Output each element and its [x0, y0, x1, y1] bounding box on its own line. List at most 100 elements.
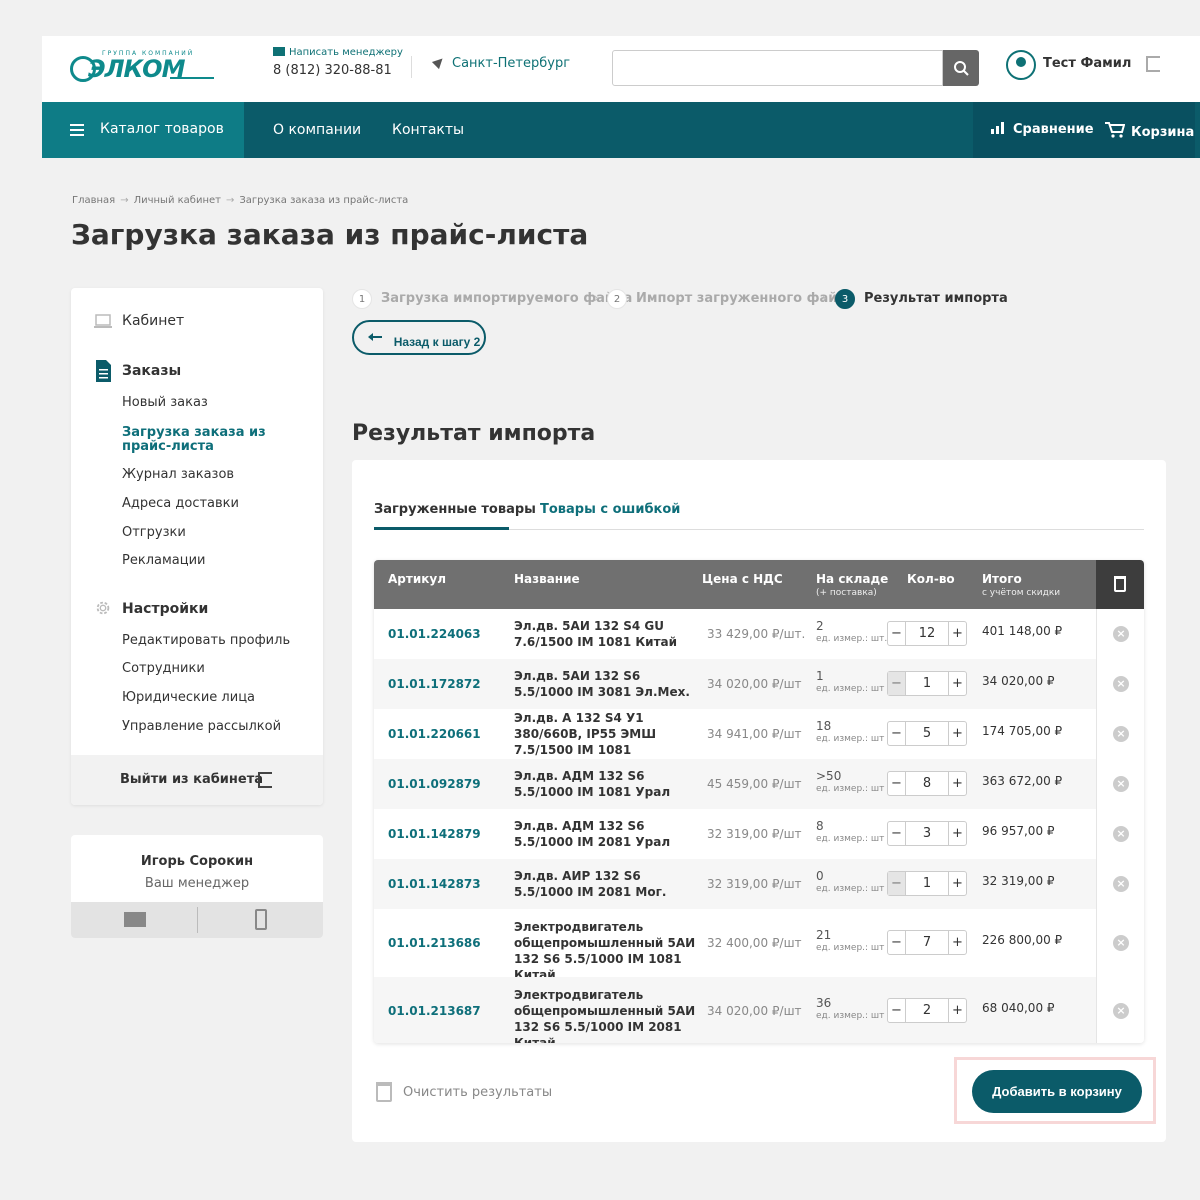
manager-role: Ваш менеджер — [144, 876, 250, 891]
remove-row-icon[interactable]: × — [1113, 876, 1129, 892]
catalog-menu-button[interactable]: Каталог товаров — [42, 102, 244, 158]
sku-link[interactable]: 01.01.213687 — [388, 1004, 481, 1018]
increase-button[interactable]: + — [948, 772, 966, 795]
price: 45 459,00 ₽/шт — [707, 777, 802, 791]
table-row: 01.01.142873 Эл.дв. АИР 132 S6 5.5/1000 I… — [374, 859, 1144, 909]
sidebar-item-claims[interactable]: Рекламации — [122, 554, 302, 568]
decrease-button[interactable]: − — [888, 999, 906, 1022]
tab-loaded-items[interactable]: Загруженные товары — [374, 502, 536, 517]
sku-link[interactable]: 01.01.220661 — [388, 727, 481, 741]
sidebar-settings[interactable]: Настройки — [122, 601, 208, 617]
logout-button[interactable]: Выйти из кабинета — [71, 755, 323, 805]
table-row: 01.01.172872 Эл.дв. 5АИ 132 S6 5.5/1000 I… — [374, 659, 1144, 709]
company-logo[interactable]: ГРУППА КОМПАНИЙ ЭЛКОМ — [70, 50, 215, 83]
quantity-input[interactable]: 12 — [906, 622, 948, 645]
increase-button[interactable]: + — [948, 999, 966, 1022]
sidebar-item-delivery-addresses[interactable]: Адреса доставки — [122, 497, 302, 511]
user-name[interactable]: Тест Фамилия — [1043, 56, 1131, 71]
step-separator-1: › — [594, 291, 599, 305]
sidebar-item-edit-profile[interactable]: Редактировать профиль — [122, 634, 302, 648]
nav-contacts[interactable]: Контакты — [392, 122, 464, 138]
header-divider — [411, 56, 412, 78]
decrease-button[interactable]: − — [888, 931, 906, 954]
logout-icon — [258, 772, 272, 788]
quantity-input[interactable]: 1 — [906, 672, 948, 695]
sidebar-item-employees[interactable]: Сотрудники — [122, 662, 302, 676]
sidebar-item-shipments[interactable]: Отгрузки — [122, 526, 302, 540]
add-to-cart-button[interactable]: Добавить в корзину — [972, 1070, 1142, 1113]
breadcrumb-cabinet[interactable]: Личный кабинет — [134, 195, 221, 206]
increase-button[interactable]: + — [948, 931, 966, 954]
nav-about[interactable]: О компании — [273, 122, 361, 138]
remove-row-icon[interactable]: × — [1113, 1003, 1129, 1019]
stock: 1 ед. измер.: шт — [816, 669, 885, 695]
increase-button[interactable]: + — [948, 672, 966, 695]
quantity-input[interactable]: 1 — [906, 872, 948, 895]
sku-link[interactable]: 01.01.213686 — [388, 936, 481, 950]
sku-link[interactable]: 01.01.092879 — [388, 777, 481, 791]
cart-icon — [1105, 122, 1126, 138]
sku-link[interactable]: 01.01.142873 — [388, 877, 481, 891]
search-input[interactable] — [612, 50, 943, 86]
quantity-stepper: −1 + — [887, 671, 967, 696]
remove-row-icon[interactable]: × — [1113, 826, 1129, 842]
row-total: 68 040,00 ₽ — [982, 1001, 1055, 1015]
delete-all-button[interactable] — [1096, 560, 1144, 609]
decrease-button[interactable]: − — [888, 872, 906, 895]
remove-row-icon[interactable]: × — [1113, 676, 1129, 692]
product-name: Электродвигатель общепромышленный 5АИ 13… — [514, 920, 696, 982]
sidebar-item-legal-entities[interactable]: Юридические лица — [122, 691, 302, 705]
trash-icon — [1114, 576, 1126, 592]
sidebar-item-order-journal[interactable]: Журнал заказов — [122, 468, 302, 482]
envelope-icon[interactable] — [124, 912, 146, 927]
quantity-input[interactable]: 5 — [906, 722, 948, 745]
cart-link[interactable]: Корзина — [1105, 122, 1194, 140]
product-name: Эл.дв. АДМ 132 S6 5.5/1000 IM 2081 Урал — [514, 819, 671, 849]
sidebar-item-newsletter[interactable]: Управление рассылкой — [122, 720, 302, 734]
sku-link[interactable]: 01.01.142879 — [388, 827, 481, 841]
increase-button[interactable]: + — [948, 722, 966, 745]
mobile-phone-icon[interactable] — [255, 909, 267, 930]
increase-button[interactable]: + — [948, 622, 966, 645]
remove-row-icon[interactable]: × — [1113, 626, 1129, 642]
row-total: 34 020,00 ₽ — [982, 674, 1055, 688]
table-row: 01.01.092879 Эл.дв. АДМ 132 S6 5.5/1000 I… — [374, 759, 1144, 809]
sidebar-orders[interactable]: Заказы — [122, 363, 181, 379]
quantity-input[interactable]: 8 — [906, 772, 948, 795]
phone-number[interactable]: 8 (812) 320-88-81 — [273, 63, 392, 78]
sku-link[interactable]: 01.01.224063 — [388, 627, 481, 641]
logout-icon[interactable] — [1146, 56, 1160, 72]
stock: 36 ед. измер.: шт — [816, 996, 885, 1022]
decrease-button[interactable]: − — [888, 822, 906, 845]
sidebar-item-pricelist-upload[interactable]: Загрузка заказа из прайс-листа — [122, 426, 302, 454]
manager-contact-bar — [71, 902, 323, 938]
breadcrumb-home[interactable]: Главная — [72, 195, 115, 206]
quantity-input[interactable]: 2 — [906, 999, 948, 1022]
write-manager-link[interactable]: Написать менеджеру — [273, 47, 403, 58]
sidebar-item-new-order[interactable]: Новый заказ — [122, 396, 302, 410]
quantity-input[interactable]: 7 — [906, 931, 948, 954]
back-to-step-2-button[interactable]: Назад к шагу 2 — [352, 320, 486, 355]
increase-button[interactable]: + — [948, 822, 966, 845]
remove-row-icon[interactable]: × — [1113, 935, 1129, 951]
user-avatar-icon[interactable] — [1006, 50, 1036, 80]
quantity-input[interactable]: 3 — [906, 822, 948, 845]
compare-link[interactable]: Сравнение — [991, 122, 1094, 137]
city-selector[interactable]: Санкт-Петербург — [431, 54, 570, 71]
remove-row-icon[interactable]: × — [1113, 776, 1129, 792]
decrease-button[interactable]: − — [888, 772, 906, 795]
decrease-button[interactable]: − — [888, 722, 906, 745]
quantity-stepper: −2 + — [887, 998, 967, 1023]
tab-error-items[interactable]: Товары с ошибкой — [540, 502, 680, 517]
decrease-button[interactable]: − — [888, 622, 906, 645]
quantity-stepper: −8 + — [887, 771, 967, 796]
product-name: Эл.дв. АИР 132 S6 5.5/1000 IM 2081 Мог. — [514, 869, 667, 899]
sku-link[interactable]: 01.01.172872 — [388, 677, 481, 691]
remove-row-icon[interactable]: × — [1113, 726, 1129, 742]
increase-button[interactable]: + — [948, 872, 966, 895]
sidebar-cabinet[interactable]: Кабинет — [122, 313, 184, 329]
search-button[interactable] — [943, 50, 979, 86]
col-price: Цена с НДС — [702, 572, 783, 586]
product-name: Эл.дв. 5АИ 132 S4 GU 7.6/1500 IM 1081 Ки… — [514, 619, 678, 649]
decrease-button[interactable]: − — [888, 672, 906, 695]
